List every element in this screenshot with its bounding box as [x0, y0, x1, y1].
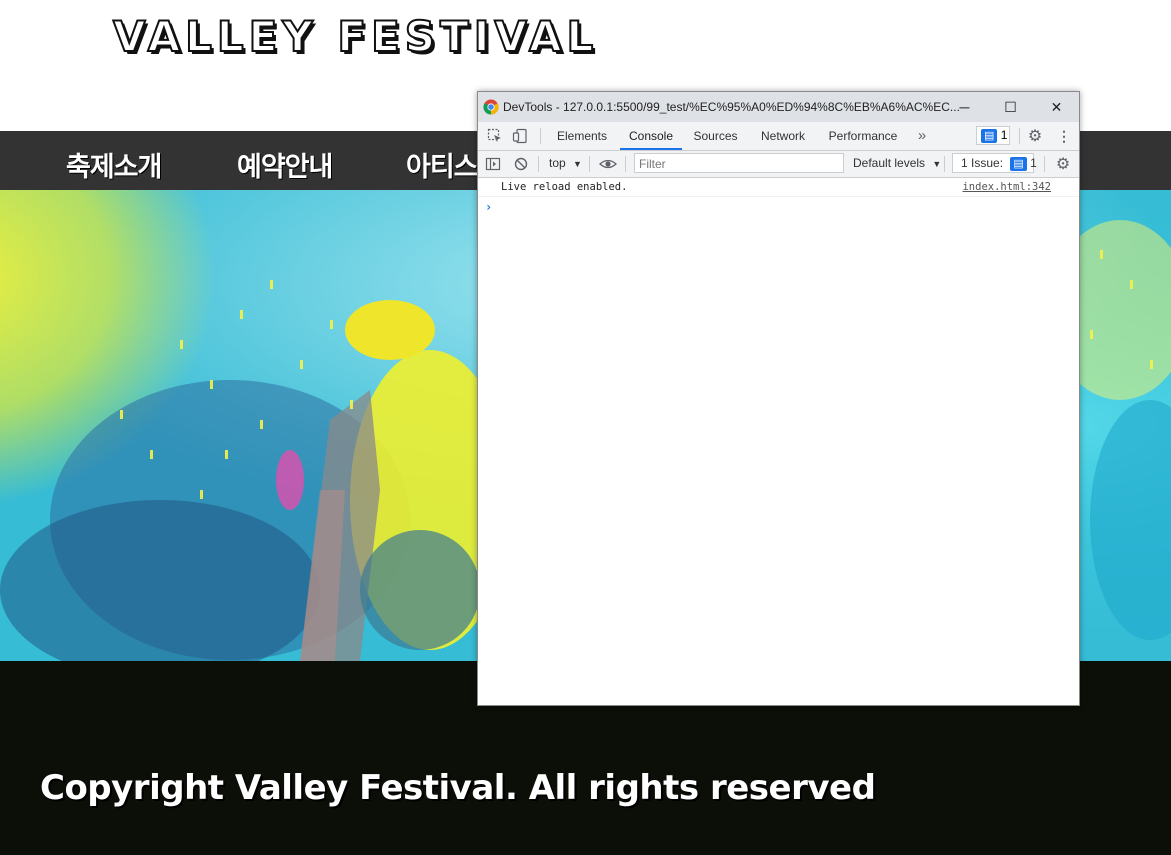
context-selector-value: top: [549, 156, 566, 170]
chevron-down-icon: ▼: [932, 159, 942, 169]
tab-network[interactable]: Network: [754, 122, 812, 150]
devtools-titlebar[interactable]: DevTools - 127.0.0.1:5500/99_test/%EC%95…: [478, 92, 1079, 122]
nav-item-festival-intro[interactable]: 축제소개: [66, 145, 162, 184]
live-expression-eye-icon[interactable]: [599, 155, 617, 173]
log-levels-value: Default levels: [853, 156, 926, 170]
toolbar-divider-2: [589, 156, 590, 172]
messages-count: 1: [1000, 128, 1008, 142]
devtools-window[interactable]: DevTools - 127.0.0.1:5500/99_test/%EC%95…: [477, 91, 1080, 706]
device-toolbar-icon[interactable]: [511, 127, 529, 145]
toolbar-divider-4: [944, 156, 945, 172]
devtools-tabbar: Elements Console Sources Network Perform…: [478, 122, 1079, 151]
toolbar-divider-3: [625, 156, 626, 172]
nav-item-reservation[interactable]: 예약안내: [237, 145, 333, 184]
toolbar-divider: [538, 156, 539, 172]
close-button[interactable]: ✕: [1034, 92, 1079, 122]
console-output[interactable]: Live reload enabled. index.html:342 ›: [478, 178, 1079, 705]
devtools-title: DevTools - 127.0.0.1:5500/99_test/%EC%95…: [503, 100, 960, 114]
log-message: Live reload enabled.: [501, 181, 628, 193]
message-icon: ▤: [981, 128, 998, 143]
messages-counter[interactable]: ▤ 1: [976, 126, 1010, 145]
tabbar-divider-2: [1019, 128, 1020, 144]
log-source-link[interactable]: index.html:342: [962, 181, 1051, 193]
more-tabs-button[interactable]: »: [912, 122, 932, 150]
issue-message-icon: ▤: [1010, 156, 1027, 171]
tab-performance[interactable]: Performance: [824, 122, 902, 150]
issues-button[interactable]: 1 Issue: ▤ 1: [952, 153, 1037, 173]
console-settings-gear-icon[interactable]: ⚙: [1054, 155, 1072, 173]
chrome-icon: [483, 99, 499, 115]
site-logo[interactable]: VALLEY FESTIVAL: [112, 11, 598, 62]
issues-label: 1 Issue:: [961, 156, 1004, 170]
context-selector[interactable]: top ▼: [549, 156, 582, 170]
chevron-down-icon: ▼: [573, 159, 582, 169]
console-toolbar: top ▼ Filter Default levels ▼ 1 Issue: ▤…: [478, 151, 1079, 178]
issues-count: 1: [1030, 156, 1037, 170]
copyright-text: Copyright Valley Festival. All rights re…: [40, 768, 876, 808]
console-log-row: Live reload enabled. index.html:342: [478, 178, 1079, 197]
tab-sources[interactable]: Sources: [688, 122, 743, 150]
more-options-icon[interactable]: ⋮: [1055, 127, 1073, 145]
minimize-button[interactable]: ─: [942, 92, 987, 122]
nav-item-artists[interactable]: 아티스: [406, 145, 479, 184]
tab-console[interactable]: Console: [620, 122, 682, 150]
settings-gear-icon[interactable]: ⚙: [1026, 127, 1044, 145]
clear-console-icon[interactable]: [512, 155, 530, 173]
toolbar-divider-5: [1044, 156, 1045, 172]
console-filter-input[interactable]: Filter: [634, 153, 844, 173]
tabbar-divider: [540, 128, 541, 144]
inspect-element-icon[interactable]: [486, 127, 504, 145]
maximize-button[interactable]: ☐: [988, 92, 1033, 122]
sidebar-toggle-icon[interactable]: [484, 155, 502, 173]
tab-elements[interactable]: Elements: [550, 122, 614, 150]
console-prompt-caret[interactable]: ›: [485, 200, 492, 214]
log-levels-dropdown[interactable]: Default levels ▼: [853, 156, 941, 170]
